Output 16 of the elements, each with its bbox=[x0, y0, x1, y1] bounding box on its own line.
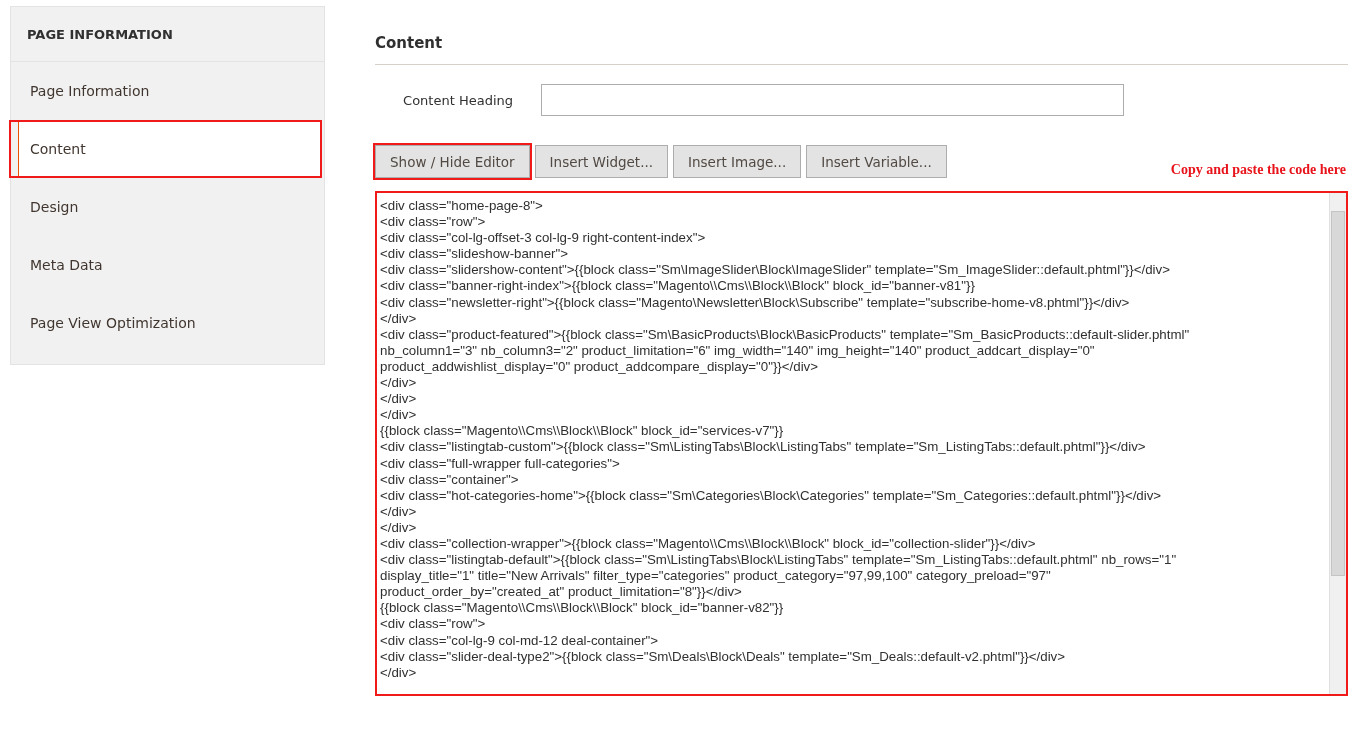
sidebar-item[interactable]: Page View Optimization bbox=[11, 294, 324, 352]
field-label: Content Heading bbox=[402, 92, 514, 108]
code-editor[interactable]: <div class="home-page-8"> <div class="row"> <div class="col-lg-offset-3 col-lg-9 right-content-index"> <div class="slideshow-banner"> <div class="slidershow-content">{{block class="Sm\ImageSlider\Block\ImageSlider" template="Sm_ImageSlider::default.phtml"}}</div> <div class="banner-right-index">{{block class="Magento\\Cms\\Block\\Block" block_id="banner-v81"}} <div class="newsletter-right">{{block class="Magento\Newsletter\Block\Subscribe" template="subscribe-home-v8.phtml"}}</div> </div> <div class="product-featured">{{block class="Sm\BasicProducts\Block\BasicProducts" template="Sm_BasicProducts::default-slider.phtml" nb_column1="3" nb_column3="2" product_limitation="6" img_width="140" img_height="140" product_addcart_display="0" product_addwishlist_display="0" product_addcompare_display="0"}}</div> </div> </div> </div> {{block class="Magento\\Cms\\Block\\Block" block_id="services-v7"}} <div class="listingtab-custom">{{block class="Sm\ListingTabs\Block\ListingTabs" template="Sm_ListingTabs::default.phtml"}}</div> <div class="full-wrapper full-categories"> <div class="container"> <div class="hot-categories-home">{{block class="Sm\Categories\Block\Categories" template="Sm_Categories::default.phtml"}}</div> </div> </div> <div class="collection-wrapper">{{block class="Magento\\Cms\\Block\\Block" block_id="collection-slider"}}</div> <div class="listingtab-default">{{block class="Sm\ListingTabs\Block\ListingTabs" template="Sm_ListingTabs::default.phtml" nb_rows="1" display_title="1" title="New Arrivals" filter_type="categories" product_category="97,99,100" category_preload="97" product_order_by="created_at" product_limitation="8"}}</div> {{block class="Magento\\Cms\\Block\\Block" block_id="banner-v82"}} <div class="row"> <div class="col-lg-9 col-md-12 deal-container"> <div class="slider-deal-type2">{{block class="Sm\Deals\Block\Deals" template="Sm_Deals::default-v2.phtml"}}</div> </div> bbox=[375, 191, 1348, 696]
sidebar-title: PAGE INFORMATION bbox=[11, 7, 324, 62]
scrollbar[interactable] bbox=[1329, 193, 1346, 694]
sidebar-item[interactable]: Meta Data bbox=[11, 236, 324, 294]
sidebar-item[interactable]: Design bbox=[11, 178, 324, 236]
editor-button[interactable]: Insert Widget... bbox=[534, 145, 669, 178]
editor-button[interactable]: Show / Hide Editor bbox=[375, 145, 530, 178]
section-title: Content bbox=[375, 34, 1348, 65]
sidebar-item[interactable]: Page Information bbox=[11, 62, 324, 120]
sidebar-item[interactable]: Content bbox=[9, 120, 322, 178]
content-heading-field[interactable] bbox=[541, 84, 1124, 116]
editor-button[interactable]: Insert Variable... bbox=[806, 145, 947, 178]
annotation-text: Copy and paste the code here bbox=[1170, 162, 1347, 178]
editor-button[interactable]: Insert Image... bbox=[673, 145, 802, 178]
